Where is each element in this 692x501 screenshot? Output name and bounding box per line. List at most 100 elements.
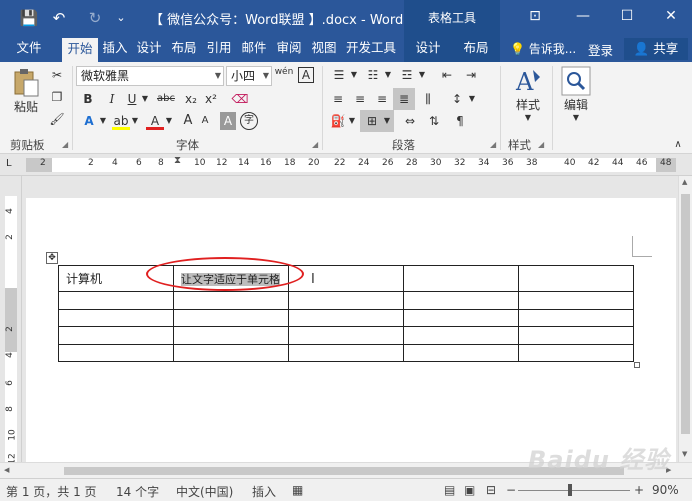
tab-layout[interactable]: 布局 [166, 36, 202, 62]
chevron-down-icon[interactable]: ▼ [348, 112, 356, 130]
close-button[interactable]: ✕ [656, 8, 686, 24]
bold-button[interactable]: B [80, 90, 96, 108]
language-status[interactable]: 中文(中国) [176, 483, 233, 500]
tab-table-layout[interactable]: 布局 [452, 36, 500, 62]
tab-selector-icon[interactable]: L [6, 158, 12, 169]
borders-icon[interactable]: ⊞ [362, 112, 382, 130]
align-center-icon[interactable]: ≡ [350, 90, 370, 108]
cut-icon[interactable]: ✂ [48, 66, 66, 84]
table-cell[interactable] [288, 343, 404, 362]
document-table[interactable]: 计算机 让文字适应于单元格 [58, 265, 634, 362]
table-move-handle-icon[interactable]: ✥ [46, 252, 58, 264]
scroll-left-icon[interactable]: ◀ [4, 466, 9, 474]
shading-bucket-icon[interactable]: ⛽ [328, 112, 348, 130]
chevron-down-icon[interactable]: ▼ [130, 112, 140, 130]
print-layout-icon[interactable]: ▣ [464, 483, 475, 497]
ribbon-display-options-icon[interactable]: ⊡ [520, 8, 550, 24]
tab-view[interactable]: 视图 [306, 36, 342, 62]
tab-home[interactable]: 开始 [62, 38, 98, 62]
chevron-down-icon[interactable]: ▼ [384, 66, 392, 84]
text-effects-button[interactable]: A [80, 112, 98, 130]
scroll-down-icon[interactable]: ▼ [682, 450, 687, 458]
format-painter-icon[interactable]: 🖌 [48, 110, 66, 128]
paste-button[interactable]: 粘贴 [8, 68, 44, 115]
zoom-level[interactable]: 90% [652, 483, 679, 497]
tab-mailings[interactable]: 邮件 [236, 36, 272, 62]
chevron-down-icon[interactable]: ▼ [418, 66, 426, 84]
vertical-scrollbar[interactable]: ▲ ▼ [678, 176, 692, 462]
tell-me-search[interactable]: 💡 告诉我... [510, 40, 576, 57]
decrease-indent-icon[interactable]: ⇤ [436, 66, 458, 84]
increase-indent-icon[interactable]: ⇥ [460, 66, 482, 84]
zoom-in-icon[interactable]: + [634, 483, 644, 497]
justify-icon[interactable]: ≣ [394, 90, 414, 108]
table-cell[interactable] [403, 326, 519, 345]
login-link[interactable]: 登录 [588, 40, 613, 59]
table-cell[interactable] [288, 326, 404, 345]
clear-formatting-icon[interactable]: ⌫ [230, 90, 250, 108]
distributed-icon[interactable]: ⫼ [418, 90, 438, 108]
multilevel-list-icon[interactable]: ☲ [396, 66, 418, 84]
save-icon[interactable]: 💾 [18, 8, 40, 28]
macro-record-icon[interactable]: ▦ [292, 483, 303, 497]
insert-mode-status[interactable]: 插入 [252, 483, 276, 500]
font-launcher-icon[interactable]: ◢ [312, 140, 318, 149]
zoom-slider-thumb[interactable] [568, 484, 572, 496]
collapse-ribbon-icon[interactable]: ∧ [670, 136, 686, 154]
line-spacing-icon[interactable]: ↕ [446, 90, 468, 108]
table-cell[interactable] [518, 265, 634, 292]
share-button[interactable]: 👤 共享 [624, 38, 688, 60]
font-color-button[interactable]: A [146, 112, 164, 130]
font-name-select[interactable]: 微软雅黑 ▼ [76, 66, 224, 86]
table-resize-handle[interactable] [634, 362, 640, 368]
styles-button[interactable]: A 样式 ▼ [510, 66, 546, 122]
bullets-icon[interactable]: ☰ [328, 66, 350, 84]
styles-launcher-icon[interactable]: ◢ [538, 140, 544, 149]
chinese-layout-icon[interactable]: ⇔ [400, 112, 420, 130]
chevron-down-icon[interactable]: ▼ [382, 112, 392, 130]
tab-review[interactable]: 审阅 [272, 36, 306, 62]
chevron-down-icon[interactable]: ▼ [468, 90, 476, 108]
table-cell[interactable] [58, 291, 174, 310]
read-mode-icon[interactable]: ▤ [444, 483, 455, 497]
numbering-icon[interactable]: ☷ [362, 66, 384, 84]
chevron-down-icon[interactable]: ▼ [140, 90, 150, 108]
table-cell[interactable] [403, 291, 519, 310]
copy-icon[interactable]: ❐ [48, 88, 66, 106]
redo-icon[interactable]: ↻ [84, 8, 106, 28]
table-cell[interactable] [288, 308, 404, 327]
phonetic-guide-icon[interactable]: wén [274, 67, 294, 85]
chevron-down-icon[interactable]: ▼ [350, 66, 358, 84]
table-cell[interactable] [173, 326, 289, 345]
underline-button[interactable]: U [124, 90, 140, 108]
superscript-button[interactable]: x² [202, 90, 220, 108]
chevron-down-icon[interactable]: ▼ [164, 112, 174, 130]
table-cell[interactable] [58, 308, 174, 327]
char-border-icon[interactable]: A [298, 67, 314, 83]
word-count-status[interactable]: 14 个字 [116, 483, 159, 500]
table-cell[interactable] [403, 265, 519, 292]
vertical-ruler[interactable]: 4 2 2 4 6 8 10 12 [0, 176, 22, 465]
subscript-button[interactable]: x₂ [182, 90, 200, 108]
table-cell[interactable] [173, 308, 289, 327]
tab-design[interactable]: 设计 [132, 36, 166, 62]
table-cell[interactable] [518, 291, 634, 310]
strikethrough-button[interactable]: abc [154, 90, 178, 108]
sort-icon[interactable]: ⇅ [424, 112, 444, 130]
grow-font-button[interactable]: A [180, 112, 196, 130]
qa-customize-icon[interactable]: ⌄ [110, 8, 132, 28]
char-shading-button[interactable]: A [220, 112, 236, 130]
table-cell[interactable] [173, 291, 289, 310]
table-cell[interactable] [518, 343, 634, 362]
table-cell[interactable] [288, 291, 404, 310]
minimize-button[interactable]: — [568, 8, 598, 24]
indent-marker-icon[interactable]: ⧗ [174, 155, 181, 166]
tab-insert[interactable]: 插入 [98, 36, 132, 62]
table-cell[interactable] [518, 308, 634, 327]
table-cell[interactable] [58, 343, 174, 362]
vertical-scroll-thumb[interactable] [681, 194, 690, 434]
undo-icon[interactable]: ↶ [48, 8, 70, 28]
highlight-button[interactable]: ab [112, 112, 130, 130]
chevron-down-icon[interactable]: ▼ [98, 112, 108, 130]
web-layout-icon[interactable]: ⊟ [486, 483, 496, 497]
